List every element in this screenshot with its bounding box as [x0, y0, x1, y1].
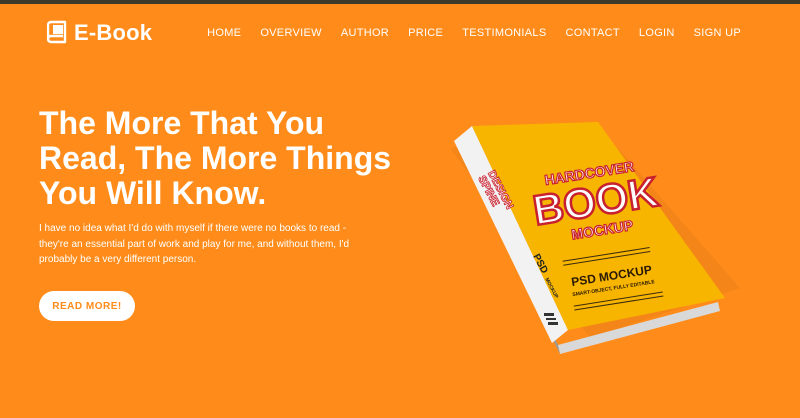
hero-title-line: You Will Know.: [39, 175, 267, 211]
hero-title: The More That You Read, The More Things …: [39, 106, 419, 211]
nav-sign-up[interactable]: SIGN UP: [694, 27, 741, 39]
nav-home[interactable]: HOME: [207, 27, 241, 39]
nav-author[interactable]: AUTHOR: [341, 27, 389, 39]
read-more-button[interactable]: READ MORE!: [39, 291, 135, 321]
nav-login[interactable]: LOGIN: [639, 27, 675, 39]
hero-title-line: Read, The More Things: [39, 140, 392, 176]
main-nav: HOME OVERVIEW AUTHOR PRICE TESTIMONIALS …: [188, 27, 741, 39]
logo-text: E-Book: [74, 20, 153, 45]
hero-text-line: I have no idea what I'd do with myself i…: [39, 223, 347, 234]
book-mockup-image: HARDCOVER BOOK MOCKUP PSD MOCKUP SMART-O…: [440, 108, 760, 358]
brand-logo[interactable]: E-Book: [47, 20, 152, 46]
top-accent-bar: [0, 0, 800, 4]
hero-text-line: they're an essential part of work and pl…: [39, 238, 350, 250]
nav-contact[interactable]: CONTACT: [565, 27, 619, 39]
hero-title-line: The More That You: [39, 105, 325, 141]
nav-testimonials[interactable]: TESTIMONIALS: [462, 27, 546, 39]
book-icon: [47, 20, 67, 44]
hero-description: I have no idea what I'd do with myself i…: [39, 221, 384, 268]
hero-text-line: probably be a very different person.: [39, 254, 197, 265]
nav-price[interactable]: PRICE: [408, 27, 443, 39]
nav-overview[interactable]: OVERVIEW: [260, 27, 322, 39]
book-illustration: HARDCOVER BOOK MOCKUP PSD MOCKUP SMART-O…: [450, 122, 740, 354]
